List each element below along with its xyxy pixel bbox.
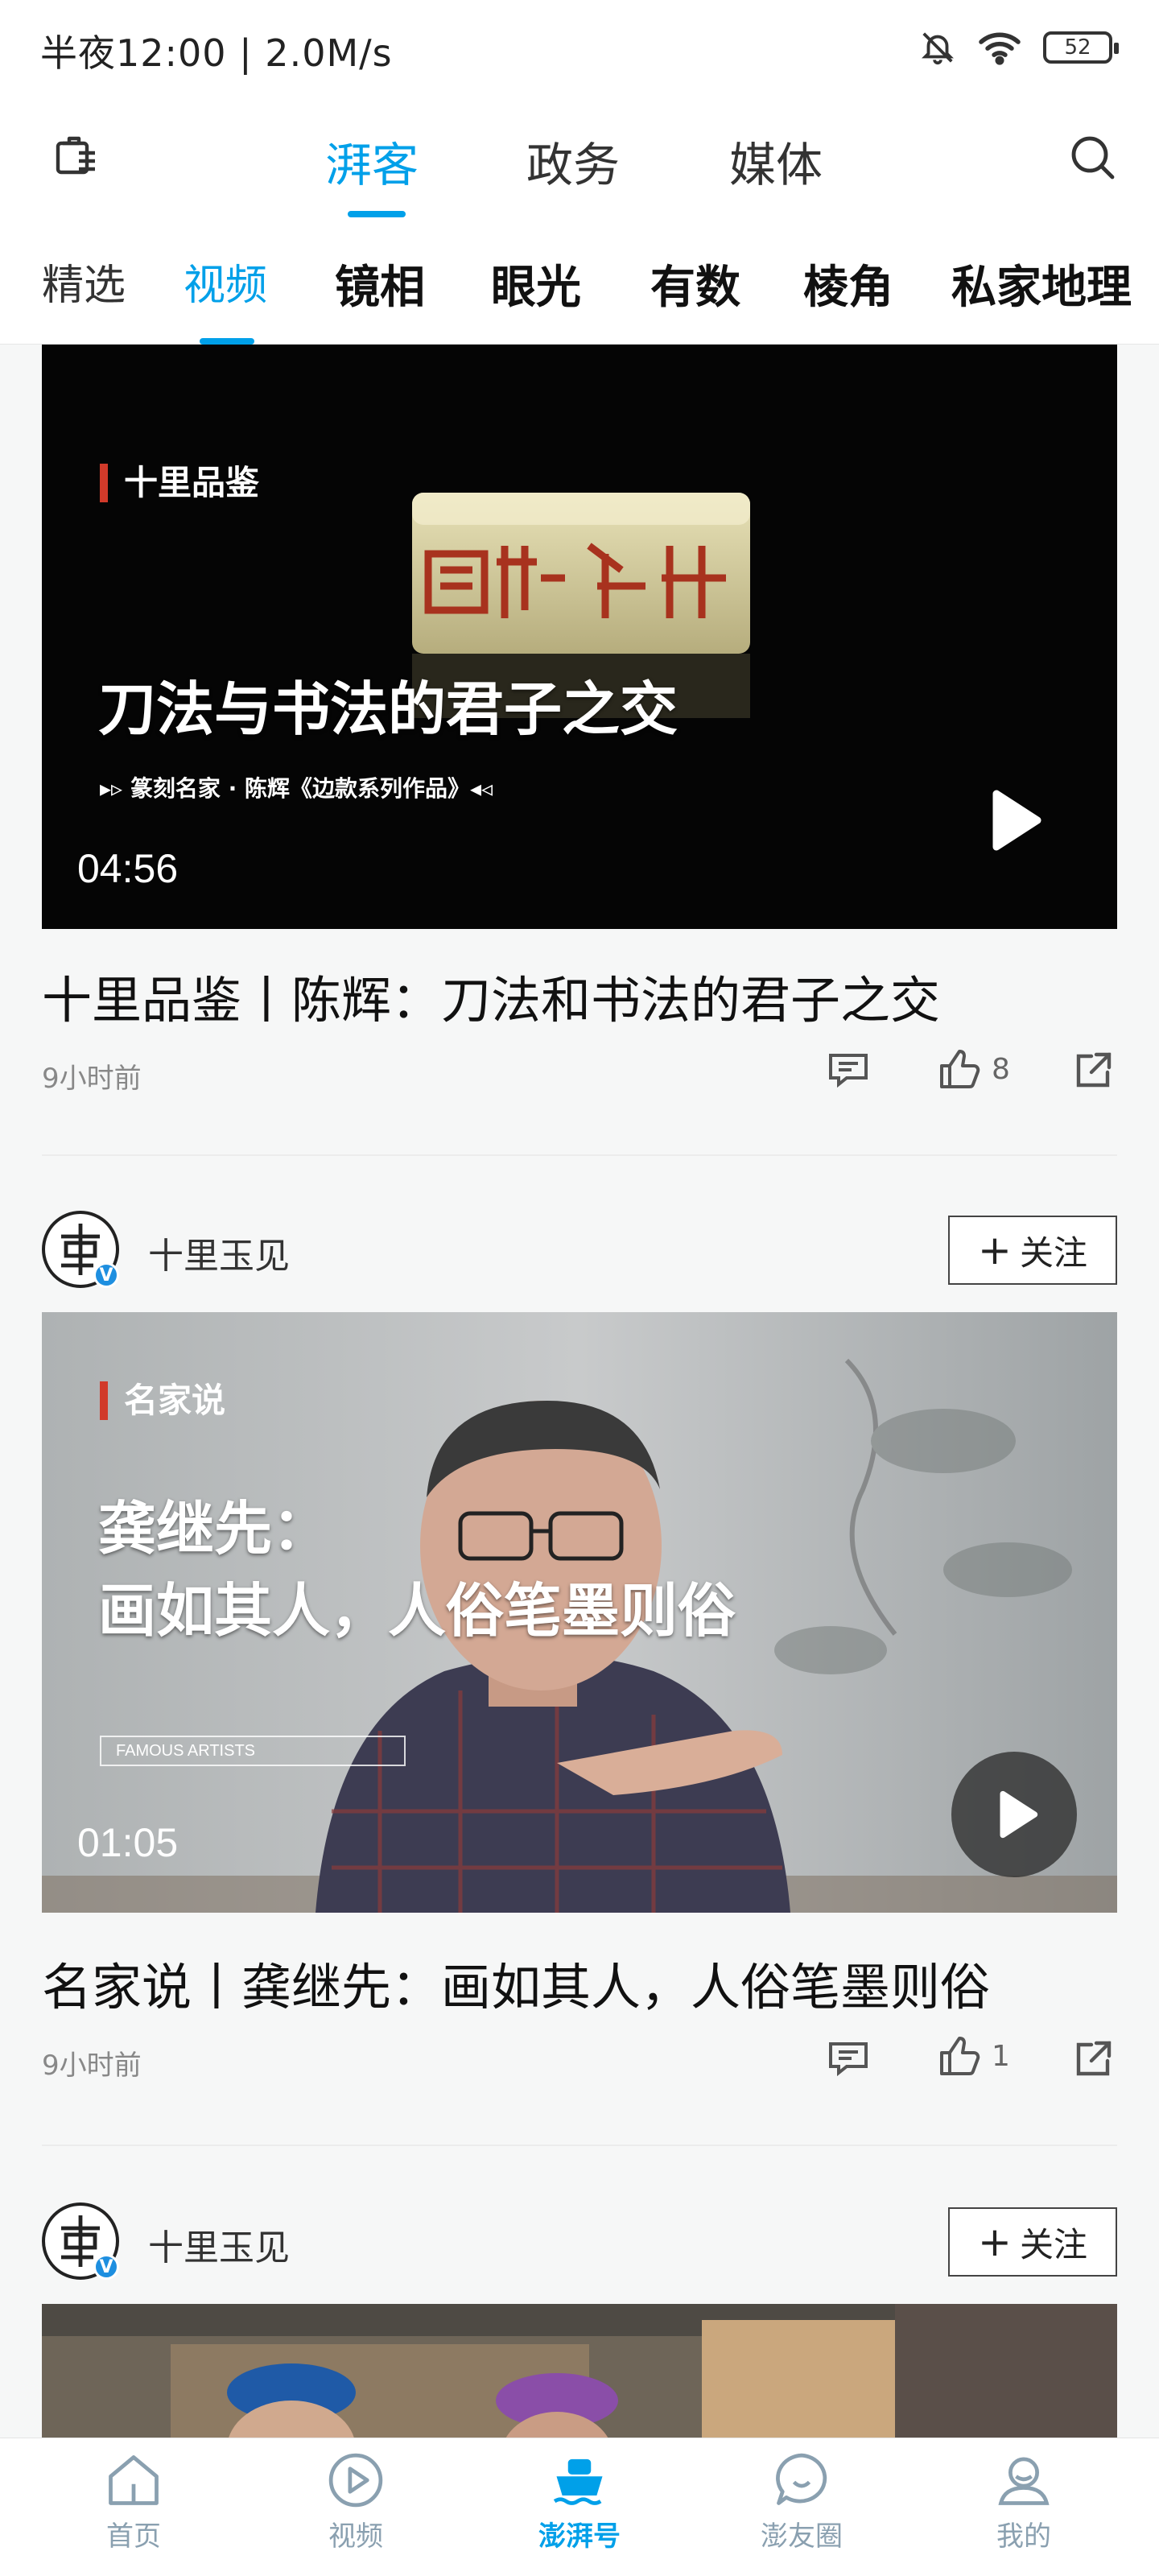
comment-button[interactable] [826, 2038, 871, 2079]
nav-label: 首页 [106, 2520, 161, 2553]
nav-profile[interactable]: 我的 [951, 2450, 1096, 2553]
play-icon [1000, 1790, 1038, 1839]
battery-level: 52 [1064, 35, 1091, 60]
active-subtab-indicator [200, 338, 254, 345]
author-name[interactable]: 十里玉见 [148, 2219, 290, 2270]
nav-pengpai-hao[interactable]: 澎湃号 [507, 2450, 652, 2553]
nav-label: 我的 [996, 2520, 1051, 2553]
plus-icon: + [978, 1227, 1012, 1274]
reading-list-icon[interactable] [50, 130, 101, 182]
plus-icon: + [978, 2219, 1012, 2265]
like-count: 1 [992, 2039, 1010, 2073]
overlay-tag: 名家说 [100, 1381, 225, 1420]
follow-button[interactable]: + 关注 [948, 1216, 1117, 1285]
like-count: 8 [992, 1052, 1010, 1086]
video-duration: 04:56 [77, 846, 179, 891]
tab-paike[interactable]: 湃客 [325, 127, 419, 195]
nav-label: 澎湃号 [538, 2520, 621, 2553]
boat-icon [553, 2458, 603, 2505]
nav-label: 澎友圈 [761, 2520, 843, 2553]
follow-label: 关注 [1019, 2224, 1087, 2264]
battery-icon: 52 [1043, 31, 1119, 64]
overlay-subtitle: ▸▹ 篆刻名家 · 陈辉《边款系列作品》◂◃ [100, 775, 493, 802]
card-divider [42, 1154, 1117, 1156]
video-duration: 01:05 [77, 1820, 179, 1865]
sub-tab-video[interactable]: 视频 [184, 251, 267, 312]
comment-button[interactable] [826, 1050, 871, 1090]
nav-video[interactable]: 视频 [283, 2450, 428, 2553]
publish-time: 9小时前 [42, 1063, 142, 1095]
status-bar: 半夜12:00 | 2.0M/s 52 [0, 0, 1159, 97]
publish-time: 9小时前 [42, 2050, 142, 2082]
home-icon [109, 2455, 159, 2505]
card-divider [42, 2145, 1117, 2146]
video-thumbnail[interactable] [42, 2304, 1117, 2438]
video-thumbnail[interactable]: 十里品鉴 刀法与书法的君子之交 ▸▹ 篆刻名家 · 陈辉《边款系列作品》◂◃ 0… [42, 345, 1117, 929]
active-tab-indicator [348, 211, 406, 217]
sub-tab-jingxiang[interactable]: 镜相 [335, 251, 425, 316]
video-title[interactable]: 名家说丨龚继先：画如其人，人俗笔墨则俗 [42, 1946, 990, 2019]
channel-nav: 湃客 政务 媒体 [0, 97, 1159, 217]
nav-pengyou-quan[interactable]: 澎友圈 [729, 2450, 874, 2553]
author-name[interactable]: 十里玉见 [148, 1227, 290, 1278]
search-icon[interactable] [1067, 132, 1119, 184]
video-title[interactable]: 十里品鉴丨陈辉：刀法和书法的君子之交 [42, 960, 940, 1032]
sub-tab-youshu[interactable]: 有数 [650, 251, 740, 316]
video-thumbnail[interactable]: 名家说 龚继先： 画如其人，人俗笔墨则俗 FAMOUS ARTISTS 01:0… [42, 1312, 1117, 1913]
sub-tab-lengjiao[interactable]: 棱角 [803, 251, 893, 316]
sub-tab-sijia-dili[interactable]: 私家地理 [951, 251, 1132, 316]
verified-badge: V [93, 2254, 119, 2280]
overlay-title-line2: 画如其人，人俗笔墨则俗 [98, 1577, 736, 1645]
sub-channel-nav: 精选 视频 镜相 眼光 有数 棱角 私家地理 [0, 217, 1159, 345]
play-icon[interactable] [977, 784, 1050, 857]
like-button[interactable]: 8 [937, 1046, 1010, 1092]
share-button[interactable] [1072, 1050, 1114, 1092]
comment-icon [829, 1054, 868, 1088]
comment-icon [829, 2042, 868, 2077]
wifi-icon [979, 32, 1021, 65]
thumbs-up-icon [940, 1050, 980, 1088]
status-icons: 52 [919, 29, 1119, 66]
status-time-speed: 半夜12:00 | 2.0M/s [40, 31, 393, 75]
overlay-title: 刀法与书法的君子之交 [98, 675, 678, 743]
market-image [42, 2304, 1117, 2438]
share-icon [1076, 1052, 1112, 1088]
play-button[interactable] [951, 1752, 1077, 1877]
follow-label: 关注 [1019, 1232, 1087, 1273]
thumbs-up-icon [940, 2037, 980, 2075]
chat-icon [776, 2453, 827, 2505]
nav-label: 视频 [328, 2520, 383, 2553]
mute-icon [922, 32, 954, 65]
verified-badge: V [93, 1262, 119, 1288]
author-avatar[interactable]: V [42, 1211, 119, 1288]
seal-image [412, 493, 750, 718]
profile-icon [998, 2457, 1050, 2505]
bottom-tab-bar: 首页 视频 澎湃号 澎友圈 我的 [0, 2438, 1159, 2576]
overlay-tag: 十里品鉴 [100, 464, 259, 502]
overlay-title-line1: 龚继先： [98, 1495, 331, 1563]
like-button[interactable]: 1 [937, 2033, 1010, 2079]
tab-zhengwu[interactable]: 政务 [526, 127, 620, 195]
overlay-subtitle-box: FAMOUS ARTISTS [100, 1736, 406, 1766]
tab-meiti[interactable]: 媒体 [729, 127, 823, 195]
video-icon [328, 2453, 383, 2508]
share-icon [1076, 2041, 1112, 2076]
sub-tab-jingxuan[interactable]: 精选 [42, 251, 126, 312]
follow-button[interactable]: + 关注 [948, 2207, 1117, 2277]
sub-tab-yanguang[interactable]: 眼光 [491, 251, 581, 316]
nav-home[interactable]: 首页 [61, 2450, 206, 2553]
video-feed: 十里品鉴 刀法与书法的君子之交 ▸▹ 篆刻名家 · 陈辉《边款系列作品》◂◃ 0… [0, 345, 1159, 2438]
overlay-subtitle: FAMOUS ARTISTS [116, 1741, 255, 1760]
author-avatar[interactable]: V [42, 2202, 119, 2280]
share-button[interactable] [1072, 2038, 1114, 2080]
